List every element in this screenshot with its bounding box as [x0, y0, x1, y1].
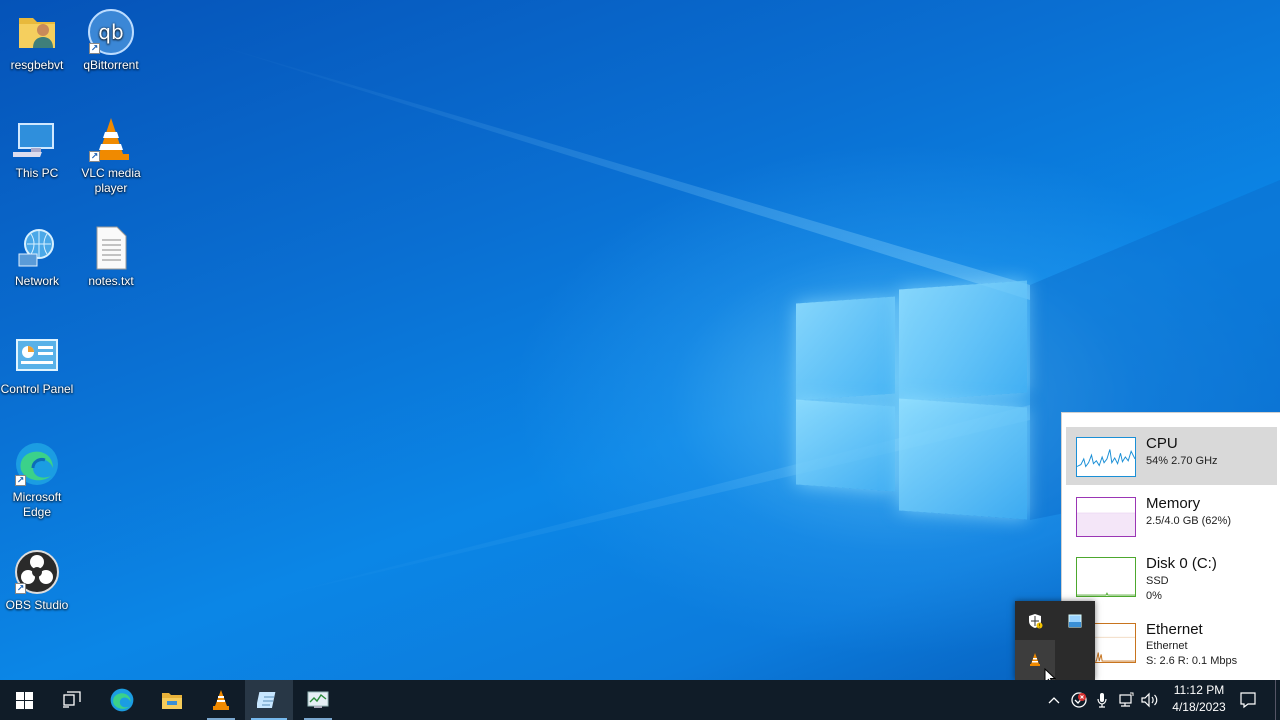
desktop-icon-label: qBittorrent — [83, 58, 139, 72]
text-file-icon — [87, 224, 135, 272]
tray-microphone-button[interactable] — [1092, 680, 1112, 720]
desktop-icon-obs[interactable]: ↗ OBS Studio — [0, 548, 74, 613]
action-center-button[interactable] — [1234, 680, 1262, 720]
perf-item-memory[interactable]: Memory 2.5/4.0 GB (62%) — [1066, 487, 1277, 545]
desktop-icon-edge[interactable]: ↗ Microsoft Edge — [0, 440, 74, 520]
task-view-button[interactable] — [48, 680, 96, 720]
perf-name: Memory — [1146, 495, 1201, 512]
security-warning-icon[interactable]: ! — [1015, 601, 1055, 641]
taskbar-notepad-button[interactable] — [245, 680, 293, 720]
start-button[interactable] — [0, 680, 48, 720]
this-pc-icon — [6, 116, 61, 164]
taskbar-clock[interactable]: 11:12 PM 4/18/2023 — [1164, 682, 1234, 718]
user-folder-icon — [13, 8, 61, 56]
clock-time: 11:12 PM — [1173, 683, 1225, 697]
desktop-icon-notes[interactable]: notes.txt — [74, 224, 148, 289]
desktop-icon-control-panel[interactable]: Control Panel — [0, 332, 74, 397]
desktop-icon-this-pc[interactable]: This PC — [0, 116, 74, 181]
desktop-icon-label: VLC media player — [81, 166, 141, 195]
taskbar: 11:12 PM 4/18/2023 — [0, 680, 1280, 720]
desktop-icon-label: Control Panel — [0, 382, 74, 396]
qbittorrent-icon: qb ↗ — [87, 8, 135, 56]
tray-security-button[interactable] — [1068, 680, 1090, 720]
perf-name: Ethernet — [1146, 621, 1203, 638]
clock-date: 4/18/2023 — [1172, 700, 1226, 714]
file-explorer-icon — [162, 693, 182, 709]
microphone-icon — [1097, 693, 1107, 708]
task-manager-icon[interactable] — [1055, 601, 1095, 641]
perf-item-disk[interactable]: Disk 0 (C:) SSD 0% — [1066, 547, 1277, 605]
desktop-icon-qbittorrent[interactable]: qb ↗ qBittorrent — [74, 8, 148, 73]
perf-detail-2: S: 2.6 R: 0.1 Mbps — [1146, 655, 1238, 667]
shortcut-arrow-icon: ↗ — [89, 43, 100, 54]
desktop-icon-network[interactable]: Network — [0, 224, 74, 289]
desktop-icon-label: notes.txt — [88, 274, 134, 288]
show-hidden-icons-button[interactable] — [1044, 680, 1064, 720]
desktop-icon-label: Network — [14, 274, 59, 288]
volume-icon — [1141, 692, 1158, 708]
control-panel-icon — [13, 332, 61, 380]
svg-text:!: ! — [1038, 624, 1040, 630]
desktop-icon-label: resgbebvt — [10, 58, 64, 72]
chevron-up-icon — [1048, 697, 1060, 704]
task-manager-icon — [307, 691, 329, 708]
perf-detail-2: 0% — [1146, 590, 1162, 602]
network-wired-icon — [1119, 692, 1134, 707]
perf-detail: Ethernet — [1146, 640, 1188, 652]
network-icon — [13, 224, 61, 272]
shortcut-arrow-icon: ↗ — [15, 475, 26, 486]
task-view-icon — [63, 691, 81, 708]
shortcut-arrow-icon: ↗ — [15, 583, 26, 594]
vlc-icon: ↗ — [87, 116, 135, 164]
desktop-icon-user-folder[interactable]: resgbebvt — [0, 8, 74, 73]
perf-item-ethernet[interactable]: Ethernet Ethernet S: 2.6 R: 0.1 Mbps — [1066, 613, 1277, 671]
taskbar-task-manager-button[interactable] — [294, 680, 342, 720]
edge-icon: ↗ — [13, 440, 61, 488]
notepad-icon — [257, 692, 276, 708]
notification-icon — [1240, 692, 1256, 709]
perf-item-cpu[interactable]: CPU 54% 2.70 GHz — [1066, 427, 1277, 485]
disk-graph — [1076, 557, 1136, 597]
desktop-icon-label: Microsoft Edge — [12, 490, 62, 519]
taskbar-edge-button[interactable] — [98, 680, 146, 720]
perf-name: CPU — [1146, 435, 1178, 452]
desktop-icon-label: This PC — [15, 166, 59, 180]
perf-detail: SSD — [1146, 575, 1169, 587]
start-icon — [15, 691, 33, 709]
desktop-icon-vlc[interactable]: ↗ VLC media player — [74, 116, 148, 196]
obs-icon: ↗ — [13, 548, 61, 596]
cpu-graph — [1076, 437, 1136, 477]
edge-icon — [110, 688, 134, 712]
taskbar-vlc-button[interactable] — [197, 680, 245, 720]
perf-name: Disk 0 (C:) — [1146, 555, 1217, 572]
svg-text:qb: qb — [98, 20, 123, 44]
perf-detail: 54% 2.70 GHz — [1146, 455, 1218, 467]
desktop-icon-label: OBS Studio — [5, 598, 69, 612]
security-alert-icon — [1071, 692, 1087, 708]
perf-detail: 2.5/4.0 GB (62%) — [1146, 515, 1231, 527]
show-desktop-button[interactable] — [1275, 680, 1280, 720]
tray-volume-button[interactable] — [1139, 680, 1161, 720]
memory-graph — [1076, 497, 1136, 537]
tray-network-button[interactable] — [1115, 680, 1137, 720]
taskbar-file-explorer-button[interactable] — [148, 680, 196, 720]
vlc-icon — [213, 690, 229, 710]
shortcut-arrow-icon: ↗ — [89, 151, 100, 162]
